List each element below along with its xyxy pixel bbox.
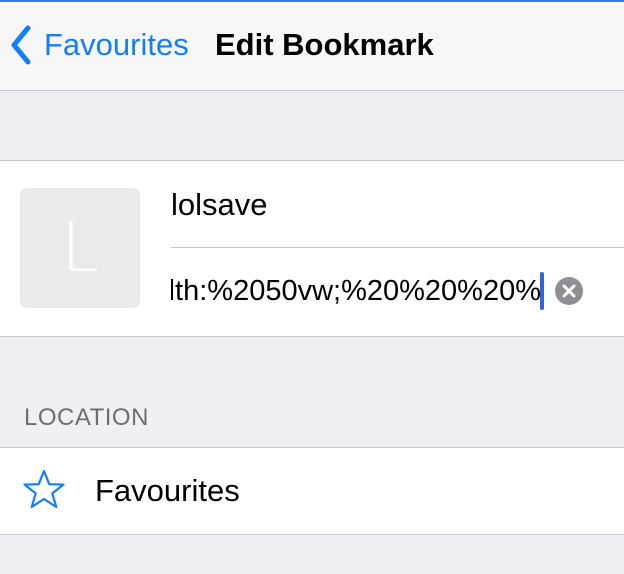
location-folder-label: Favourites [95, 473, 240, 508]
edit-bookmark-screen: Favourites Edit Bookmark L lolsave /idth… [0, 0, 624, 574]
thumbnail-letter: L [61, 208, 99, 288]
location-section-header: LOCATION [24, 404, 149, 431]
bookmark-details-card: L lolsave /idth:%2050vw;%20%20%20% [0, 160, 624, 337]
star-icon [22, 468, 66, 512]
url-text-clip: /idth:%2050vw;%20%20%20% [171, 259, 541, 323]
back-button-label: Favourites [44, 27, 189, 62]
clear-text-button[interactable] [554, 276, 584, 306]
chevron-left-icon [6, 22, 36, 68]
back-button[interactable]: Favourites [6, 22, 189, 68]
url-text: /idth:%2050vw;%20%20%20% [171, 275, 541, 307]
bookmark-url-field[interactable]: /idth:%2050vw;%20%20%20% [171, 259, 611, 323]
bookmark-title-field[interactable]: lolsave [171, 175, 611, 235]
bookmark-thumbnail: L [20, 188, 140, 308]
clear-circle-icon [554, 276, 584, 306]
location-folder-row[interactable]: Favourites [0, 447, 624, 535]
field-separator [171, 247, 624, 248]
text-caret [540, 272, 544, 310]
navigation-bar: Favourites Edit Bookmark [0, 2, 624, 91]
page-title: Edit Bookmark [215, 27, 434, 62]
